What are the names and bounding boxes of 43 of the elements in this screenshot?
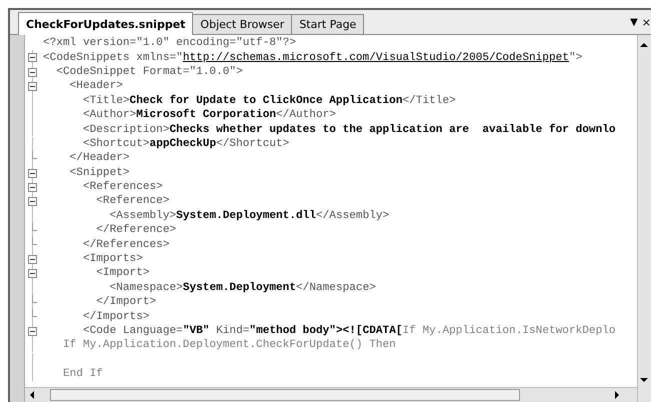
scroll-up-icon[interactable]: [640, 41, 648, 49]
collapse-icon[interactable]: [28, 269, 37, 278]
collapse-icon[interactable]: [28, 53, 37, 62]
scroll-left-icon[interactable]: [28, 391, 36, 399]
code-line: <References>: [82, 181, 163, 194]
collapse-icon[interactable]: [28, 254, 37, 264]
code-line: <Reference>: [95, 195, 170, 208]
code-line: <Description>Checks whether updates to the application are available for downlo: [82, 124, 616, 136]
code-line: <Namespace>System.Deployment</Namespace>: [108, 282, 376, 294]
editor-tab[interactable]: CheckForUpdates.snippet: [18, 12, 194, 35]
collapse-icon[interactable]: [28, 182, 37, 192]
horizontal-scrollbar[interactable]: [25, 387, 637, 402]
code-line: <Header>: [68, 80, 123, 92]
scroll-down-icon[interactable]: [640, 376, 648, 384]
code-line: </Import>: [95, 296, 156, 308]
collapse-icon[interactable]: [28, 82, 37, 92]
collapse-icon[interactable]: [28, 168, 37, 178]
code-line: <Shortcut>appCheckUp</Shortcut>: [82, 138, 290, 150]
collapse-icon[interactable]: [28, 197, 37, 206]
code-line: <Author>Microsoft Corporation</Author>: [82, 109, 336, 122]
collapse-icon[interactable]: [28, 68, 37, 77]
code-line: <?xml version="1.0" encoding="utf-8"?>: [42, 37, 296, 50]
code-line: If My.Application.Deployment.CheckForUpdate() Then: [62, 339, 396, 352]
tab-menu-icon[interactable]: ▼: [630, 16, 638, 28]
code-line: <Imports>: [82, 253, 143, 266]
editor-tab[interactable]: Object Browser: [192, 14, 292, 34]
collapse-icon[interactable]: [28, 326, 37, 336]
editor-tab[interactable]: Start Page: [291, 14, 364, 34]
code-line: </References>: [82, 238, 170, 251]
code-line: <Import>: [95, 267, 150, 280]
code-line: End If: [62, 368, 103, 380]
code-line: <Snippet>: [68, 166, 130, 179]
code-line: <Code Language="VB" Kind="method body"><![CDATA[If My.Application.IsNetworkDeplo: [82, 325, 616, 337]
code-line: </Header>: [68, 152, 130, 164]
code-line: <CodeSnippets xmlns="http://schemas.microsoft.com/VisualStudio/2005/CodeSnippet">: [42, 52, 582, 64]
code-line: </Reference>: [95, 224, 176, 236]
scroll-right-icon[interactable]: [613, 391, 621, 399]
close-icon[interactable]: ×: [642, 16, 651, 28]
code-line: <Assembly>System.Deployment.dll</Assembly>: [108, 210, 390, 222]
code-line: </Imports>: [82, 310, 150, 323]
code-line: <Title>Check for Update to ClickOnce Application</Title>: [82, 94, 456, 107]
vertical-scrollbar[interactable]: [637, 35, 651, 402]
code-line: <CodeSnippet Format="1.0.0">: [55, 66, 243, 78]
